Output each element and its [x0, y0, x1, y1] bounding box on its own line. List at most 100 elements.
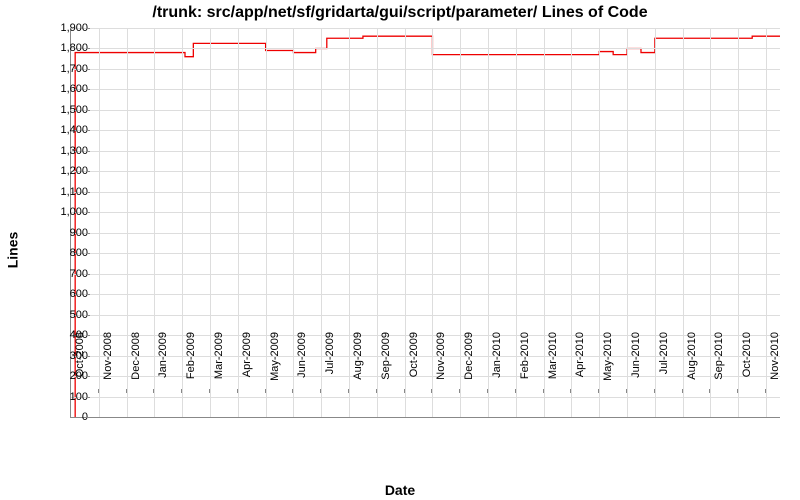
- x-tick-label: Nov-2008: [102, 332, 114, 392]
- y-tick-mark: [86, 315, 90, 316]
- y-tick-label: 0: [38, 411, 88, 423]
- x-tick-mark: [209, 389, 210, 393]
- x-tick-label: Nov-2009: [435, 332, 447, 392]
- x-tick-label: Apr-2009: [241, 332, 253, 392]
- gridline-v: [182, 28, 183, 417]
- y-tick-mark: [86, 151, 90, 152]
- x-tick-mark: [431, 389, 432, 393]
- gridline-h: [71, 212, 780, 213]
- x-tick-label: Aug-2010: [686, 332, 698, 392]
- y-tick-label: 1,700: [38, 63, 88, 75]
- x-tick-mark: [737, 389, 738, 393]
- y-tick-mark: [86, 110, 90, 111]
- y-tick-label: 800: [38, 247, 88, 259]
- x-tick-label: Jul-2010: [658, 332, 670, 392]
- x-tick-label: Oct-2010: [741, 332, 753, 392]
- x-tick-mark: [70, 389, 71, 393]
- gridline-v: [154, 28, 155, 417]
- x-tick-label: Sep-2010: [713, 332, 725, 392]
- y-tick-mark: [86, 69, 90, 70]
- gridline-h: [71, 28, 780, 29]
- gridline-v: [627, 28, 628, 417]
- x-tick-label: Jun-2009: [296, 332, 308, 392]
- x-tick-label: Apr-2010: [574, 332, 586, 392]
- gridline-h: [71, 130, 780, 131]
- gridline-v: [516, 28, 517, 417]
- y-tick-mark: [86, 233, 90, 234]
- x-tick-mark: [626, 389, 627, 393]
- gridline-h: [71, 315, 780, 316]
- x-tick-mark: [487, 389, 488, 393]
- gridline-h: [71, 335, 780, 336]
- x-tick-label: Feb-2010: [519, 332, 531, 392]
- y-tick-mark: [86, 253, 90, 254]
- gridline-h: [71, 274, 780, 275]
- x-tick-mark: [181, 389, 182, 393]
- gridline-v: [210, 28, 211, 417]
- gridline-v: [432, 28, 433, 417]
- x-tick-label: Nov-2010: [769, 332, 781, 392]
- x-tick-mark: [348, 389, 349, 393]
- x-tick-mark: [292, 389, 293, 393]
- y-tick-mark: [86, 171, 90, 172]
- gridline-v: [377, 28, 378, 417]
- x-tick-mark: [709, 389, 710, 393]
- x-tick-label: Oct-2008: [74, 332, 86, 392]
- x-tick-mark: [265, 389, 266, 393]
- gridline-h: [71, 233, 780, 234]
- y-tick-label: 1,800: [38, 42, 88, 54]
- x-tick-mark: [153, 389, 154, 393]
- y-tick-mark: [86, 192, 90, 193]
- x-tick-mark: [126, 389, 127, 393]
- y-tick-label: 600: [38, 288, 88, 300]
- y-tick-label: 100: [38, 391, 88, 403]
- gridline-h: [71, 89, 780, 90]
- y-axis-label: Lines: [2, 0, 22, 500]
- x-tick-label: Mar-2010: [547, 332, 559, 392]
- y-tick-label: 700: [38, 268, 88, 280]
- y-tick-label: 1,600: [38, 83, 88, 95]
- gridline-v: [599, 28, 600, 417]
- gridline-h: [71, 110, 780, 111]
- x-tick-mark: [598, 389, 599, 393]
- gridline-h: [71, 151, 780, 152]
- x-tick-mark: [654, 389, 655, 393]
- gridline-v: [238, 28, 239, 417]
- gridline-v: [710, 28, 711, 417]
- x-tick-label: Jan-2010: [491, 332, 503, 392]
- x-tick-mark: [320, 389, 321, 393]
- x-tick-label: Feb-2009: [185, 332, 197, 392]
- y-tick-label: 1,900: [38, 22, 88, 34]
- x-tick-label: Jan-2009: [157, 332, 169, 392]
- gridline-h: [71, 171, 780, 172]
- y-tick-mark: [86, 294, 90, 295]
- gridline-v: [738, 28, 739, 417]
- gridline-v: [460, 28, 461, 417]
- y-tick-mark: [86, 274, 90, 275]
- x-tick-mark: [543, 389, 544, 393]
- y-tick-label: 1,500: [38, 104, 88, 116]
- gridline-v: [683, 28, 684, 417]
- gridline-h: [71, 48, 780, 49]
- x-tick-mark: [570, 389, 571, 393]
- y-tick-label: 1,300: [38, 145, 88, 157]
- y-tick-mark: [86, 212, 90, 213]
- x-tick-label: Sep-2009: [380, 332, 392, 392]
- x-tick-mark: [765, 389, 766, 393]
- x-tick-label: Dec-2009: [463, 332, 475, 392]
- x-tick-mark: [237, 389, 238, 393]
- y-tick-mark: [86, 356, 90, 357]
- x-tick-mark: [682, 389, 683, 393]
- y-tick-label: 1,100: [38, 186, 88, 198]
- y-tick-mark: [86, 376, 90, 377]
- gridline-v: [488, 28, 489, 417]
- y-tick-label: 500: [38, 309, 88, 321]
- x-tick-label: Jul-2009: [324, 332, 336, 392]
- plot-area: [70, 28, 780, 418]
- x-tick-label: May-2009: [269, 332, 281, 392]
- y-tick-label: 1,400: [38, 124, 88, 136]
- y-tick-mark: [86, 89, 90, 90]
- gridline-v: [655, 28, 656, 417]
- x-tick-label: Mar-2009: [213, 332, 225, 392]
- gridline-h: [71, 356, 780, 357]
